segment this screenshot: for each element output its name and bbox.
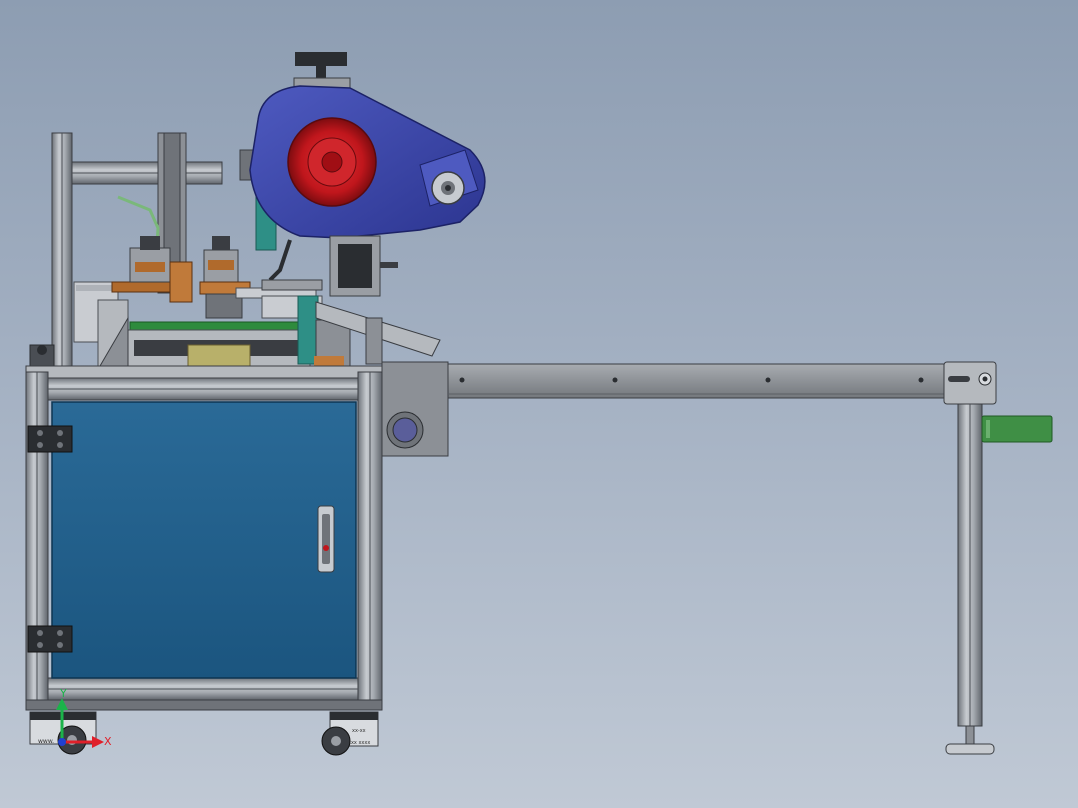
door-hinge-bottom — [27, 625, 73, 653]
caster-right-label-bottom: xxx xxxx — [348, 740, 370, 746]
triad-x-label: X — [104, 735, 112, 748]
cabinet-door[interactable] — [51, 401, 357, 679]
belt-drive-head — [239, 52, 486, 367]
green-handle[interactable] — [981, 415, 1053, 443]
cad-viewport[interactable]: www. xx-xx xxx xxxx Y X — [0, 0, 1078, 808]
conveyor-arm — [447, 363, 945, 399]
door-hinge-top — [27, 425, 73, 453]
caster-left-label: www. — [38, 738, 54, 745]
conveyor-end-block — [943, 361, 997, 405]
conveyor-mount-plate — [381, 361, 449, 457]
caster-right: xx-xx xxx xxxx — [321, 711, 379, 756]
caster-right-label-top: xx-xx — [352, 728, 366, 734]
triad-y-label: Y — [59, 687, 67, 700]
support-leg — [945, 403, 995, 755]
